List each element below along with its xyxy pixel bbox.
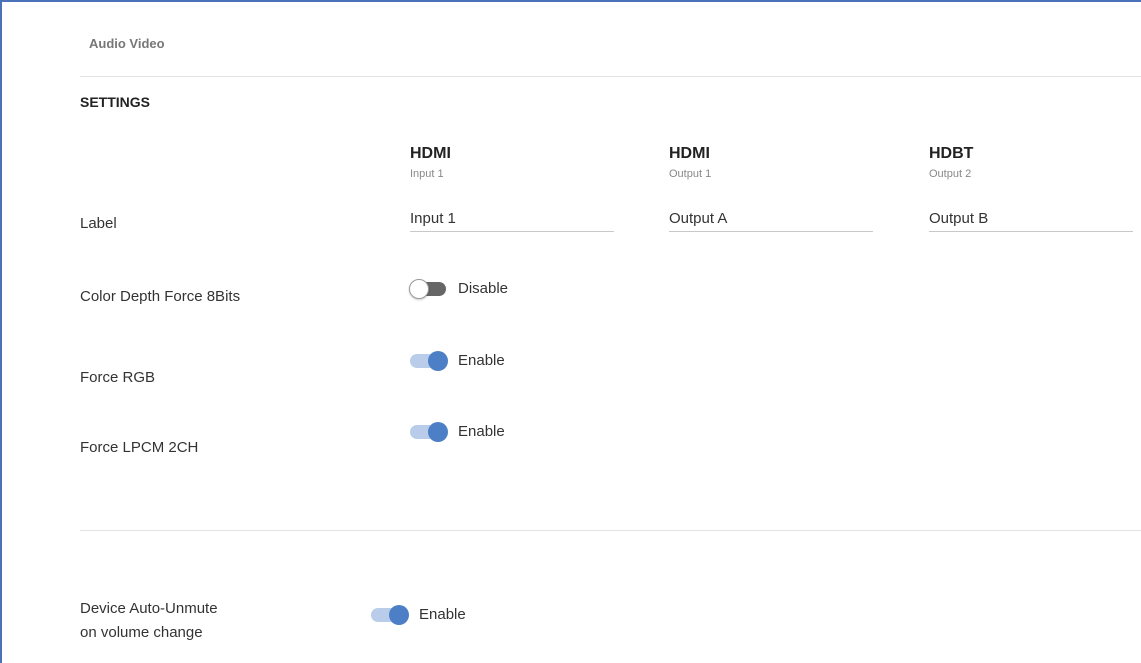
column-subtitle: Input 1 [410,168,444,180]
label-line: Device Auto-Unmute [80,600,218,617]
color-depth-toggle[interactable]: Disable [409,278,509,299]
column-type: HDMI [410,145,451,162]
row-label-color-depth: Color Depth Force 8Bits [80,288,241,305]
label-input-output-a[interactable] [669,206,873,232]
toggle-track [410,421,448,442]
toggle-track [371,604,409,625]
toggle-state-label: Enable [419,606,466,623]
device-auto-unmute-toggle[interactable]: Enable [371,604,466,625]
force-rgb-toggle[interactable]: Enable [410,350,505,371]
label-line: on volume change [80,624,203,641]
column-header-hdbt-output-2: HDBT Output 2 [929,145,973,180]
column-header-hdmi-input-1: HDMI Input 1 [410,145,451,180]
toggle-knob [389,604,409,625]
column-subtitle: Output 1 [669,168,712,180]
section-divider [80,530,1141,531]
force-lpcm-toggle[interactable]: Enable [410,421,505,442]
row-label-device-auto-unmute: Device Auto-Unmute on volume change [80,597,218,645]
toggle-knob [428,350,448,371]
column-header-hdmi-output-1: HDMI Output 1 [669,145,711,180]
toggle-state-label: Enable [458,423,505,440]
toggle-state-label: Enable [458,352,505,369]
section-title: SETTINGS [80,94,151,110]
toggle-track [410,350,448,371]
row-label-label: Label [80,215,117,232]
label-input-input-1[interactable] [410,206,614,232]
row-label-force-rgb: Force RGB [80,369,156,386]
label-input-output-b[interactable] [929,206,1133,232]
toggle-knob [409,278,429,299]
column-subtitle: Output 2 [929,168,972,180]
toggle-knob [428,421,448,442]
toggle-state-label: Disable [458,280,509,297]
breadcrumb: Audio Video [89,36,165,51]
toggle-track [409,278,446,299]
row-label-force-lpcm: Force LPCM 2CH [80,439,199,456]
header-divider [80,76,1141,77]
window-frame [0,0,1141,663]
column-type: HDMI [669,145,710,162]
column-type: HDBT [929,145,974,162]
